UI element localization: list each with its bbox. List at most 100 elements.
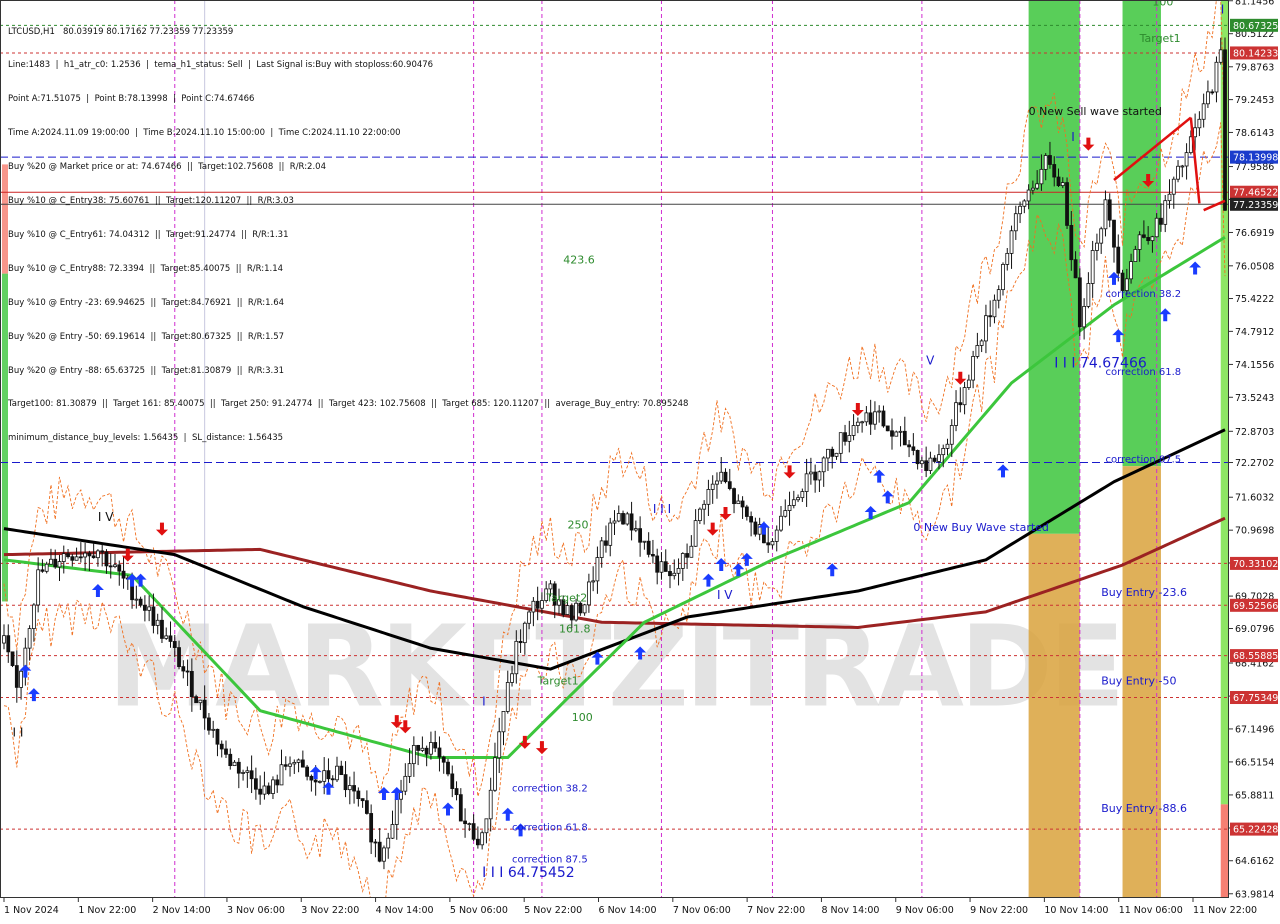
candle-body — [1077, 277, 1082, 328]
candle-body — [783, 510, 788, 517]
candle-body — [429, 742, 433, 755]
candle-body — [493, 757, 497, 791]
candle-body — [984, 315, 988, 342]
x-tick-label: 1 Nov 2024 — [4, 905, 59, 916]
candle-body — [27, 628, 32, 649]
candle-body — [275, 779, 280, 786]
x-tick-label: 1 Nov 22:00 — [78, 905, 136, 916]
candle-body — [599, 540, 604, 558]
x-tick-label: 11 Nov 06:00 — [1119, 905, 1183, 916]
candle-body — [855, 421, 860, 426]
y-tick-label: 64.6162 — [1235, 856, 1274, 867]
candle-body — [1201, 103, 1206, 120]
candle-body — [228, 753, 233, 767]
candle-body — [565, 605, 570, 615]
candle-body — [1103, 199, 1108, 230]
candle-body — [902, 430, 907, 446]
candle-body — [744, 506, 749, 517]
candle-body — [928, 457, 933, 471]
candle-body — [941, 448, 946, 456]
left-strip-upper — [2, 164, 8, 274]
candle-body — [394, 798, 399, 825]
candle-body — [1005, 252, 1010, 265]
candle-body — [1107, 199, 1112, 221]
chart-annotation: Target1 — [1139, 32, 1181, 45]
chart-annotation: Buy Entry -88.6 — [1101, 802, 1187, 815]
chart-area[interactable]: MARKETZITRADE 423.6 250 Target2 161.8 Target1… — [0, 0, 1280, 924]
candle-body — [2, 635, 6, 644]
candle-body — [890, 430, 894, 437]
left-strip-lower — [2, 273, 8, 602]
candle-body — [1052, 164, 1057, 178]
candle-body — [958, 402, 963, 406]
candle-body — [1214, 61, 1219, 93]
candle-body — [672, 572, 677, 577]
candle-body — [288, 763, 292, 767]
chart-annotation: correction 61.8 — [1105, 367, 1181, 378]
x-tick-label: 6 Nov 14:00 — [599, 905, 657, 916]
chart-annotation: 423.6 — [563, 253, 595, 266]
candle-body — [113, 564, 117, 567]
price-chart[interactable]: MARKETZITRADE423.6250Target2161.8Target1… — [0, 0, 1280, 924]
candle-body — [787, 505, 792, 511]
y-tick-label: 75.4222 — [1235, 294, 1274, 305]
candle-body — [283, 764, 288, 767]
chart-annotation: correction 87.5 — [512, 855, 588, 866]
candle-body — [676, 568, 681, 574]
x-tick-label: 9 Nov 06:00 — [896, 905, 954, 916]
candle-body — [138, 598, 143, 606]
candle-body — [680, 553, 685, 569]
chart-annotation: I — [482, 694, 486, 708]
candle-body — [749, 516, 754, 523]
y-tick-label: 63.9814 — [1235, 889, 1274, 900]
candle-body — [659, 561, 664, 573]
candle-body — [501, 710, 506, 733]
candle-body — [360, 798, 365, 802]
candle-body — [44, 563, 49, 572]
candle-body — [1026, 189, 1031, 202]
candle-body — [121, 570, 126, 579]
candle-body — [633, 528, 638, 531]
candle-body — [467, 823, 472, 825]
chart-annotation: Target2 — [545, 591, 587, 604]
candle-body — [356, 790, 361, 800]
candle-body — [612, 520, 617, 524]
candle-body — [531, 600, 536, 613]
candle-body — [19, 670, 23, 688]
candle-body — [975, 345, 980, 357]
candle-body — [177, 647, 181, 668]
candle-body — [458, 794, 463, 822]
candle-body — [53, 558, 58, 568]
candle-body — [608, 522, 613, 546]
candle-body — [1150, 236, 1155, 242]
candle-body — [1210, 91, 1215, 94]
candle-body — [800, 491, 805, 499]
candle-body — [390, 824, 395, 839]
candle-body — [78, 556, 83, 559]
candle-body — [1218, 49, 1223, 63]
candle-body — [1013, 213, 1018, 232]
candle-body — [1141, 234, 1146, 238]
price-level-tag-label: 70.33102 — [1233, 559, 1278, 570]
candle-body — [843, 432, 847, 442]
candle-body — [1167, 193, 1172, 202]
candle-body — [424, 747, 429, 755]
chart-annotation: 0 New Buy Wave started — [913, 521, 1049, 534]
x-tick-label: 5 Nov 06:00 — [450, 905, 508, 916]
candle-body — [1133, 249, 1138, 262]
candle-body — [40, 569, 45, 572]
candle-body — [604, 540, 608, 546]
price-level-tag-label: 65.22428 — [1233, 825, 1278, 836]
x-tick-label: 4 Nov 14:00 — [376, 905, 434, 916]
candle-body — [898, 430, 903, 433]
candle-body — [894, 431, 899, 437]
candle-body — [808, 471, 813, 475]
x-tick-label: 9 Nov 22:00 — [970, 905, 1028, 916]
candle-body — [574, 602, 578, 621]
candle-body — [655, 555, 660, 573]
candle-body — [578, 602, 583, 614]
candle-body — [804, 473, 809, 492]
candle-body — [151, 606, 156, 626]
candle-body — [74, 556, 79, 561]
candle-body — [207, 717, 211, 731]
